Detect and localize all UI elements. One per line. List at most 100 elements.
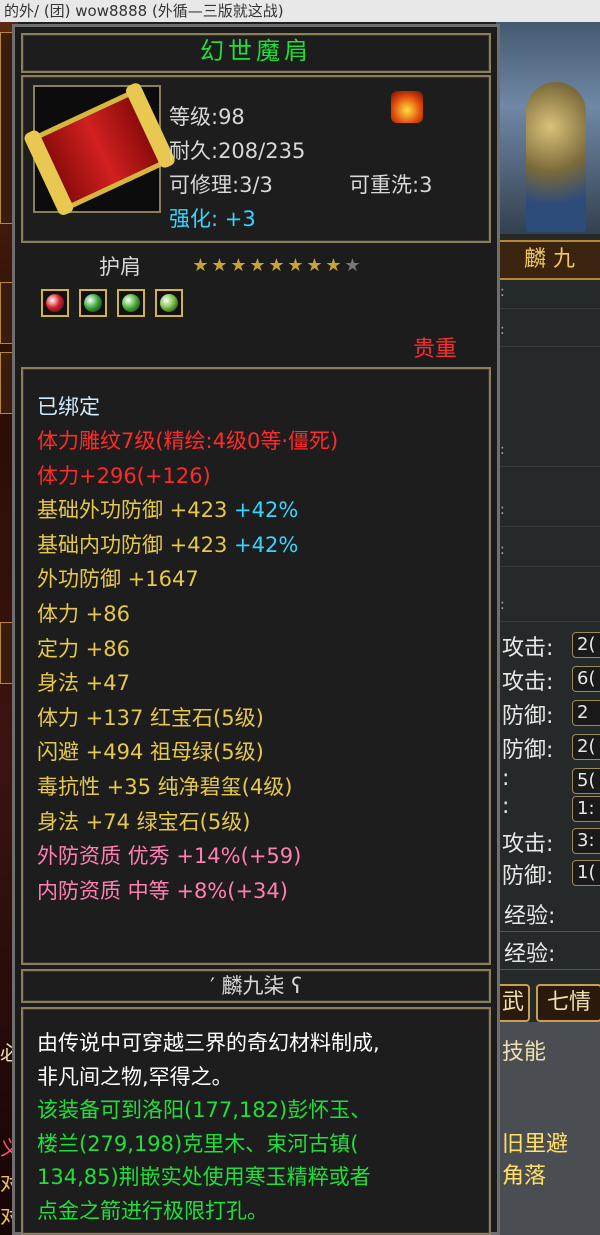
item-icon <box>22 81 177 217</box>
stat-label: : <box>502 794 510 819</box>
side-text: 角落 <box>502 1164 547 1189</box>
shoulder-scroll-icon <box>22 81 177 217</box>
stat-value: 6( <box>572 666 600 692</box>
side-text: 旧里避 <box>502 1132 569 1157</box>
description-line: 134,85)荆嵌实处使用寒玉精粹或者 <box>37 1165 371 1189</box>
attribute-line: 基础内功防御 +423 +42% <box>37 529 298 559</box>
attribute-line: 闪避 +494 祖母绿(5级) <box>37 736 264 766</box>
fire-element-icon <box>391 91 423 123</box>
stat-row: : 1: <box>502 794 600 822</box>
stat-value: 1( <box>572 860 600 886</box>
attribute-text: 外防资质 优秀 +14%(+59) <box>37 844 302 869</box>
slot-label: 护肩 <box>99 255 141 279</box>
stat-label: : <box>502 766 510 791</box>
attribute-text: 闪避 +494 祖母绿(5级) <box>37 740 264 765</box>
stat-row: 防御: 2 <box>502 698 600 729</box>
gem-icon <box>122 294 140 312</box>
exp-row: 经验: <box>496 936 600 970</box>
slot-row: 护肩 <box>99 251 141 281</box>
attribute-text: 体力 +137 红宝石(5级) <box>37 705 264 730</box>
attribute-text: 体力雕纹7级(精绘:4级0等·僵死) <box>37 429 339 453</box>
panel-row: : <box>496 597 600 622</box>
crafter-name: ′ 麟九柒 ʕ <box>210 974 302 998</box>
description-line: 该装备可到洛阳(177,182)彭怀玉、 <box>37 1098 372 1122</box>
stat-value: 2( <box>572 632 600 658</box>
stat-label: 攻击: <box>502 670 554 695</box>
attribute-text: 体力 +86 <box>37 602 130 626</box>
attribute-line: 身法 +47 <box>37 667 130 697</box>
attribute-line: 毒抗性 +35 纯净碧玺(4级) <box>37 771 292 801</box>
crafter-bar: ′ 麟九柒 ʕ <box>21 969 491 1003</box>
description-panel: 由传说中可穿越三界的奇幻材料制成, 非凡间之物,罕得之。 该装备可到洛阳(177,1… <box>21 1007 491 1235</box>
stat-row: 攻击: 2( <box>502 630 600 661</box>
attribute-line: 基础外功防御 +423 +42% <box>37 494 298 524</box>
stat-value: 3: <box>572 828 600 854</box>
description-line: 楼兰(279,198)克里木、束河古镇( <box>37 1131 359 1156</box>
gem-socket-icon <box>41 289 69 317</box>
item-header: 等级:98 耐久:208/235 可修理:3/3 可重洗:3 强化: +3 <box>21 75 491 243</box>
scroll-cap <box>22 128 76 217</box>
item-level: 等级:98 <box>169 105 245 129</box>
character-panel: 麟 九 : : : : : : 攻击: 2( 攻击: 6( 防御: 2 防御: 2( :… <box>496 22 600 1235</box>
attribute-text: 身法 +47 <box>37 671 130 696</box>
stat-value: 2( <box>572 734 600 760</box>
exp-row: 经验: <box>496 898 600 932</box>
attribute-line: 体力 +137 红宝石(5级) <box>37 702 264 732</box>
character-name-plate: 麟 九 <box>496 240 600 280</box>
star-filled-icon: ★ <box>325 255 342 276</box>
stat-label: 防御: <box>502 704 554 729</box>
star-rating: ★ ★ ★ ★ ★ ★ ★ ★ ★ <box>191 255 362 276</box>
character-portrait <box>496 22 600 234</box>
description-line: 由传说中可穿越三界的奇幻材料制成, <box>37 1031 380 1055</box>
gem-socket-icon <box>117 289 145 317</box>
panel-row: : <box>496 502 600 527</box>
item-repair-count: 可修理:3/3 <box>169 173 273 197</box>
stat-label: 防御: <box>502 864 554 889</box>
attribute-text: 外功防御 +1647 <box>37 567 199 592</box>
attribute-text: 定力 +86 <box>37 636 130 661</box>
attribute-line: 身法 +74 绿宝石(5级) <box>37 806 250 836</box>
attribute-line: 体力 +86 <box>37 598 130 628</box>
attribute-text: +42% <box>234 532 299 557</box>
star-filled-icon: ★ <box>249 255 266 276</box>
star-filled-icon: ★ <box>211 255 228 276</box>
item-tooltip: 幻世魔肩 等级:98 耐久:208/235 可修理:3/3 可重洗:3 强化: … <box>12 24 500 1235</box>
attribute-text: 毒抗性 +35 纯净碧玺(4级) <box>37 775 293 799</box>
star-filled-icon: ★ <box>287 255 304 276</box>
stat-row: 防御: 2( <box>502 732 600 763</box>
gem-icon <box>46 294 64 312</box>
stat-label: 防御: <box>502 738 554 763</box>
gem-socket-icon <box>79 289 107 317</box>
attribute-text: 体力+296(+126) <box>37 463 211 488</box>
window-title-bar: 的外/ (团) wow8888 (外循—三版就这战) <box>0 0 600 22</box>
bound-status: 已绑定 <box>37 395 100 419</box>
stat-row: 防御: 1( <box>502 858 600 889</box>
gem-icon <box>160 294 178 312</box>
panel-tabs: 武 七情 <box>496 984 600 1022</box>
gem-icon <box>84 294 102 312</box>
enhance-label: 强化: <box>169 207 219 231</box>
star-filled-icon: ★ <box>230 255 247 276</box>
gem-socket-icon <box>155 289 183 317</box>
stat-row: 攻击: 6( <box>502 664 600 695</box>
item-name: 幻世魔肩 <box>200 37 312 65</box>
star-empty-icon: ★ <box>344 255 361 276</box>
item-enhance: 强化: +3 <box>169 203 256 233</box>
panel-row: : <box>496 542 600 567</box>
panel-row: : <box>496 442 600 467</box>
rarity-label: 贵重 <box>413 337 458 362</box>
tab-martial[interactable]: 武 <box>496 984 530 1022</box>
star-filled-icon: ★ <box>192 255 209 276</box>
attribute-line: 体力+296(+126) <box>37 460 211 490</box>
side-text: 技能 <box>502 1040 547 1065</box>
star-filled-icon: ★ <box>306 255 323 276</box>
side-message-area: 技能 旧里避 角落 <box>496 1022 600 1235</box>
stat-value: 2 <box>572 700 600 726</box>
tab-seven-emotions[interactable]: 七情 <box>536 984 600 1022</box>
attribute-line: 内防资质 中等 +8%(+34) <box>37 875 288 905</box>
stat-row: : 5( <box>502 766 600 794</box>
attribute-line: 外防资质 优秀 +14%(+59) <box>37 840 301 870</box>
item-durability: 耐久:208/235 <box>169 139 306 163</box>
item-rewash-count: 可重洗:3 <box>349 173 433 197</box>
attribute-line: 外功防御 +1647 <box>37 563 199 593</box>
